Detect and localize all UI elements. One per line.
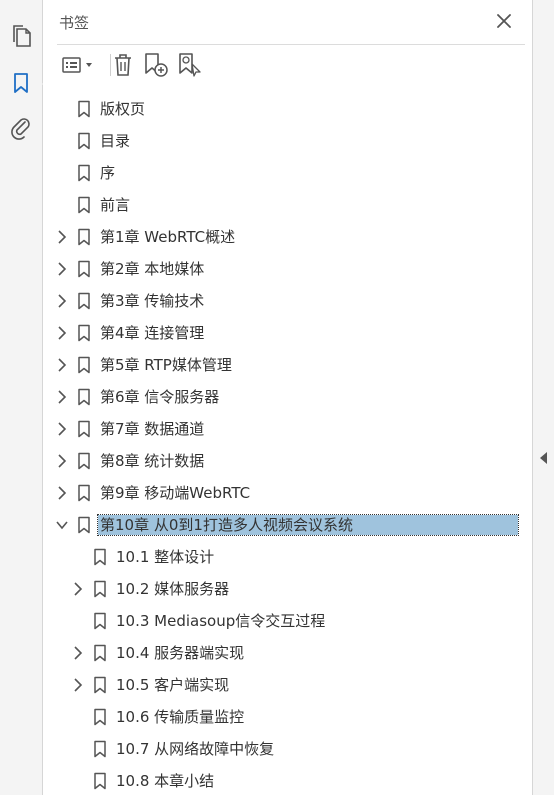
bookmark-item-icon bbox=[77, 484, 91, 502]
bookmark-item[interactable]: 序 bbox=[44, 158, 532, 188]
bookmark-label: 第4章 连接管理 bbox=[100, 324, 205, 342]
bookmark-item-icon bbox=[77, 516, 91, 534]
bookmark-item[interactable]: 版权页 bbox=[44, 94, 532, 124]
bookmark-label: 10.1 整体设计 bbox=[116, 548, 215, 566]
bookmark-label: 第10章 从0到1打造多人视频会议系统 bbox=[97, 514, 519, 536]
bookmark-label: 10.4 服务器端实现 bbox=[116, 644, 245, 662]
bookmark-label: 第8章 统计数据 bbox=[100, 452, 205, 470]
new-bookmark-icon[interactable] bbox=[143, 50, 169, 80]
delete-icon[interactable] bbox=[111, 50, 135, 80]
bookmark-item-icon bbox=[77, 324, 91, 342]
bookmark-subitem[interactable]: 10.6 传输质量监控 bbox=[44, 702, 532, 732]
chevron-down-icon[interactable] bbox=[54, 517, 70, 533]
bookmark-label: 第2章 本地媒体 bbox=[100, 260, 205, 278]
bookmark-item-icon bbox=[77, 420, 91, 438]
chevron-right-icon[interactable] bbox=[54, 485, 70, 501]
chevron-right-icon[interactable] bbox=[70, 581, 86, 597]
bookmark-subitem[interactable]: 10.1 整体设计 bbox=[44, 542, 532, 572]
right-panel-strip bbox=[532, 0, 554, 795]
bookmark-label: 第1章 WebRTC概述 bbox=[100, 228, 236, 246]
bookmark-subitem[interactable]: 10.4 服务器端实现 bbox=[44, 638, 532, 668]
pages-icon[interactable] bbox=[8, 23, 34, 49]
chevron-right-icon[interactable] bbox=[54, 293, 70, 309]
chevron-right-icon[interactable] bbox=[54, 357, 70, 373]
bookmark-item-icon bbox=[93, 708, 107, 726]
bookmark-label: 10.6 传输质量监控 bbox=[116, 708, 245, 726]
bookmark-subitem[interactable]: 10.2 媒体服务器 bbox=[44, 574, 532, 604]
navigation-rail bbox=[0, 0, 43, 795]
bookmark-subitem[interactable]: 10.5 客户端实现 bbox=[44, 670, 532, 700]
bookmark-label: 前言 bbox=[100, 196, 131, 214]
bookmark-item[interactable]: 第4章 连接管理 bbox=[44, 318, 532, 348]
collapse-panel-icon[interactable] bbox=[540, 452, 547, 464]
bookmark-subitem[interactable]: 10.8 本章小结 bbox=[44, 766, 532, 796]
bookmark-item-icon bbox=[93, 612, 107, 630]
chevron-right-icon[interactable] bbox=[70, 677, 86, 693]
chevron-right-icon[interactable] bbox=[54, 261, 70, 277]
bookmark-item[interactable]: 第1章 WebRTC概述 bbox=[44, 222, 532, 252]
bookmark-item-icon bbox=[93, 580, 107, 598]
bookmark-item[interactable]: 第9章 移动端WebRTC bbox=[44, 478, 532, 508]
bookmark-item-icon bbox=[77, 228, 91, 246]
bookmark-item-icon bbox=[77, 132, 91, 150]
bookmark-label: 10.7 从网络故障中恢复 bbox=[116, 740, 275, 758]
bookmark-label: 第5章 RTP媒体管理 bbox=[100, 356, 232, 374]
bookmark-item[interactable]: 第8章 统计数据 bbox=[44, 446, 532, 476]
bookmark-item-icon bbox=[77, 356, 91, 374]
bookmark-item[interactable]: 目录 bbox=[44, 126, 532, 156]
chevron-right-icon[interactable] bbox=[54, 421, 70, 437]
panel-title: 书签 bbox=[59, 14, 90, 32]
bookmark-label: 第6章 信令服务器 bbox=[100, 388, 220, 406]
bookmark-item-icon bbox=[93, 772, 107, 790]
bookmark-item-icon bbox=[93, 676, 107, 694]
bookmark-label: 10.3 Mediasoup信令交互过程 bbox=[116, 612, 326, 630]
find-bookmark-icon[interactable] bbox=[177, 50, 203, 80]
bookmark-label: 第7章 数据通道 bbox=[100, 420, 205, 438]
bookmark-item[interactable]: 第10章 从0到1打造多人视频会议系统 bbox=[44, 510, 532, 540]
chevron-right-icon[interactable] bbox=[54, 389, 70, 405]
bookmark-item-icon bbox=[77, 292, 91, 310]
bookmark-label: 10.5 客户端实现 bbox=[116, 676, 230, 694]
bookmark-item[interactable]: 第5章 RTP媒体管理 bbox=[44, 350, 532, 380]
bookmark-item-icon bbox=[77, 100, 91, 118]
bookmark-label: 序 bbox=[100, 164, 116, 182]
active-indicator bbox=[36, 77, 43, 91]
panel-header: 书签 bbox=[44, 0, 532, 44]
bookmark-item-icon bbox=[77, 388, 91, 406]
options-menu-icon[interactable] bbox=[59, 50, 97, 80]
chevron-right-icon[interactable] bbox=[54, 325, 70, 341]
chevron-right-icon[interactable] bbox=[70, 645, 86, 661]
bookmark-item-icon bbox=[77, 196, 91, 214]
attachment-icon[interactable] bbox=[8, 115, 34, 141]
bookmark-item[interactable]: 第2章 本地媒体 bbox=[44, 254, 532, 284]
bookmarks-panel: 书签 版权页 目录 序 前言 第1章 WebRTC概述 第2章 本地媒体 第3章… bbox=[44, 0, 532, 795]
bookmark-item-icon bbox=[77, 260, 91, 278]
bookmarks-toolbar bbox=[57, 50, 517, 80]
bookmark-icon[interactable] bbox=[8, 70, 34, 96]
bookmark-item[interactable]: 第3章 传输技术 bbox=[44, 286, 532, 316]
bookmark-item-icon bbox=[77, 164, 91, 182]
header-divider bbox=[57, 44, 525, 45]
bookmark-item[interactable]: 第7章 数据通道 bbox=[44, 414, 532, 444]
chevron-right-icon[interactable] bbox=[54, 229, 70, 245]
chevron-right-icon[interactable] bbox=[54, 453, 70, 469]
bookmark-subitem[interactable]: 10.3 Mediasoup信令交互过程 bbox=[44, 606, 532, 636]
bookmark-label: 10.8 本章小结 bbox=[116, 772, 215, 790]
bookmark-label: 10.2 媒体服务器 bbox=[116, 580, 230, 598]
close-icon[interactable] bbox=[494, 11, 514, 31]
bookmark-item-icon bbox=[77, 452, 91, 470]
bookmark-label: 第9章 移动端WebRTC bbox=[100, 484, 251, 502]
bookmark-item-icon bbox=[93, 548, 107, 566]
bookmark-item-icon bbox=[93, 740, 107, 758]
bookmark-label: 第3章 传输技术 bbox=[100, 292, 205, 310]
bookmark-item-icon bbox=[93, 644, 107, 662]
bookmark-label: 版权页 bbox=[100, 100, 146, 118]
bookmark-subitem[interactable]: 10.7 从网络故障中恢复 bbox=[44, 734, 532, 764]
bookmark-item[interactable]: 第6章 信令服务器 bbox=[44, 382, 532, 412]
bookmark-label: 目录 bbox=[100, 132, 131, 150]
bookmark-item[interactable]: 前言 bbox=[44, 190, 532, 220]
